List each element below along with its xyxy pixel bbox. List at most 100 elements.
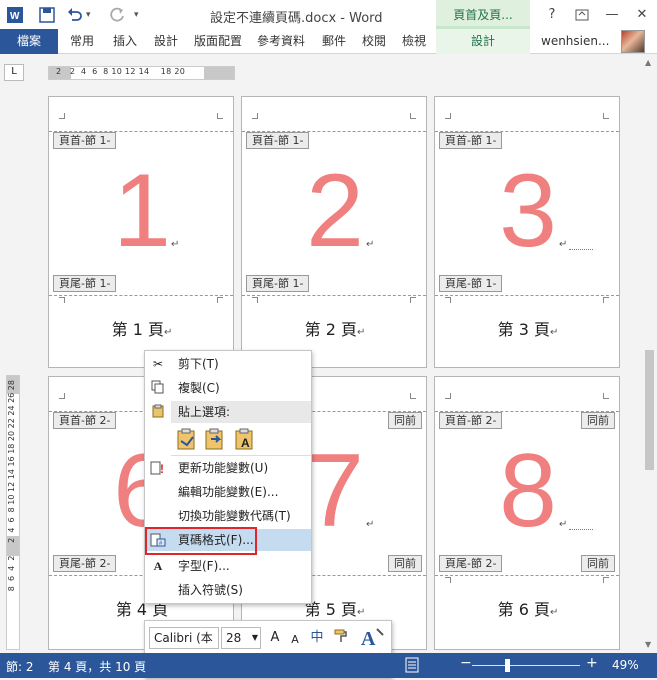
footer-page-label: 第 1 頁 [111,320,164,339]
paste-merge-format-icon[interactable] [203,427,227,451]
paste-keep-source-icon[interactable] [175,427,199,451]
tab-header-footer-design[interactable]: 設計 [436,29,530,54]
print-layout-icon[interactable] [404,657,420,676]
menu-item-font[interactable]: A 字型(F)... [145,555,311,577]
big-page-number: 3 [499,153,557,269]
scroll-down-icon[interactable]: ▼ [645,640,651,649]
paste-text-only-icon[interactable]: A [233,427,257,451]
document-area[interactable]: 頁首-節 1- 1 ↵ 頁尾-節 1- 第 1 頁 ↵ 頁首-節 1- 2 ↵ 頁… [30,90,642,650]
paragraph-mark: ↵ [559,239,568,250]
user-name[interactable]: wenhsien... [541,29,609,54]
tab-insert[interactable]: 插入 [113,29,137,54]
menu-item-toggle-field-codes[interactable]: 切換功能變數代碼(T) [145,505,311,527]
ribbon-tabs: 檔案 常用 插入 設計 版面配置 參考資料 郵件 校閱 檢視 設計 wenhsi… [0,29,657,54]
avatar[interactable] [621,30,645,53]
ribbon-display-options-icon[interactable] [567,0,597,29]
svg-text:A: A [241,436,250,450]
footer-boundary [435,575,619,576]
footer-page-text: 第 6 頁↵ [435,596,619,620]
ruler-right-margin [204,67,234,79]
tab-design[interactable]: 設計 [154,29,178,54]
undo-dropdown-icon[interactable]: ▾ [86,6,96,24]
same-as-previous-tag: 同前 [581,412,615,429]
tab-review[interactable]: 校閱 [362,29,386,54]
vertical-scrollbar[interactable]: ▲ ▼ [642,54,657,653]
menu-item-insert-symbol[interactable]: 插入符號(S) [145,579,311,601]
page-2[interactable]: 頁首-節 1- 2 ↵ 頁尾-節 1- 第 2 頁↵ [241,96,427,368]
zoom-out-button[interactable]: − [460,655,472,671]
footer-section-tag: 頁尾-節 1- [53,275,117,292]
big-page-number: 2 [306,153,364,269]
help-button[interactable]: ? [537,0,567,29]
section-break-dots [569,529,593,530]
context-menu: ✂ 剪下(T) 複製(C) 貼上選項: A ! 更新功能變數(U) 編輯功能變數… [144,350,312,604]
corner-mark [603,297,609,303]
same-as-previous-tag: 同前 [388,555,422,572]
paragraph-mark: ↵ [366,239,375,250]
font-size-box[interactable]: 28 ▼ [221,627,261,649]
section-break-dots [569,249,593,250]
header-section-tag: 頁首-節 1- [246,132,310,149]
page-1[interactable]: 頁首-節 1- 1 ↵ 頁尾-節 1- 第 1 頁↵ [48,96,234,368]
zoom-level[interactable]: 49% [612,658,639,672]
undo-icon[interactable] [66,6,84,24]
corner-mark [445,297,451,303]
title-bar: W ▾ ▾ 設定不連續頁碼.docx - Word 頁首及頁... ? — ✕ [0,0,657,29]
format-painter-icon[interactable] [331,628,351,648]
footer-boundary [435,295,619,296]
close-button[interactable]: ✕ [627,0,657,29]
paragraph-mark: ↵ [549,607,559,618]
minimize-button[interactable]: — [597,0,627,29]
tab-file[interactable]: 檔案 [0,29,58,54]
update-field-icon: ! [150,460,166,476]
word-app-icon[interactable]: W [6,6,24,24]
font-name-box[interactable]: Calibri (本 [149,627,219,649]
paragraph-mark: ↵ [171,239,180,250]
copy-icon [150,380,166,396]
tab-layout[interactable]: 版面配置 [194,29,242,54]
styles-icon[interactable]: A [357,625,387,653]
menu-item-update-field[interactable]: ! 更新功能變數(U) [145,457,311,479]
redo-icon[interactable] [108,6,126,24]
tab-view[interactable]: 檢視 [402,29,426,54]
menu-item-label: 字型(F)... [178,559,230,573]
scroll-thumb[interactable] [645,350,654,470]
menu-item-label: 編輯功能變數(E)... [178,485,279,499]
big-page-number: 8 [499,433,557,549]
vertical-ruler[interactable]: 8 6 4 2 2 4 6 8 10 12 14 16 18 20 22 24 … [6,375,20,650]
shrink-font-button[interactable]: A [285,630,305,650]
ruler-area: L 2 2 4 6 8 10 12 14 18 20 [0,54,657,90]
zoom-in-button[interactable]: + [586,655,598,671]
page-indicator[interactable]: 第 4 頁，共 10 頁 [48,658,146,675]
header-section-tag: 頁首-節 1- [439,132,503,149]
corner-mark [410,297,416,303]
corner-mark [603,393,609,399]
customize-qat-icon[interactable]: ▾ [134,6,146,24]
menu-item-edit-field[interactable]: 編輯功能變數(E)... [145,481,311,503]
zoom-slider[interactable] [472,665,580,666]
big-page-number: 1 [113,153,171,269]
grow-font-button[interactable]: A [265,628,285,648]
tab-mailings[interactable]: 郵件 [322,29,346,54]
header-section-tag: 頁首-節 1- [53,132,117,149]
tab-home[interactable]: 常用 [70,29,94,54]
footer-section-tag: 頁尾-節 2- [439,555,503,572]
footer-boundary [242,295,426,296]
menu-item-label: 更新功能變數(U) [178,461,269,475]
corner-mark [410,113,416,119]
footer-page-label: 第 2 頁 [304,320,357,339]
page-6[interactable]: 頁首-節 2- 同前 8 ↵ 頁尾-節 2- 同前 第 6 頁↵ [434,376,620,650]
save-icon[interactable] [38,6,56,24]
corner-mark [252,297,258,303]
tab-selector[interactable]: L [4,64,24,81]
menu-item-cut[interactable]: ✂ 剪下(T) [145,353,311,375]
zoom-slider-thumb[interactable] [505,659,510,672]
scroll-up-icon[interactable]: ▲ [645,58,651,67]
phonetic-guide-button[interactable]: 中 [307,628,327,648]
page-3[interactable]: 頁首-節 1- 3 ↵ 頁尾-節 1- 第 3 頁↵ [434,96,620,368]
menu-item-copy[interactable]: 複製(C) [145,377,311,399]
footer-page-text: 第 2 頁↵ [242,316,426,340]
section-indicator[interactable]: 節: 2 [6,658,34,675]
tab-references[interactable]: 參考資料 [257,29,305,54]
paragraph-mark: ↵ [356,327,366,338]
